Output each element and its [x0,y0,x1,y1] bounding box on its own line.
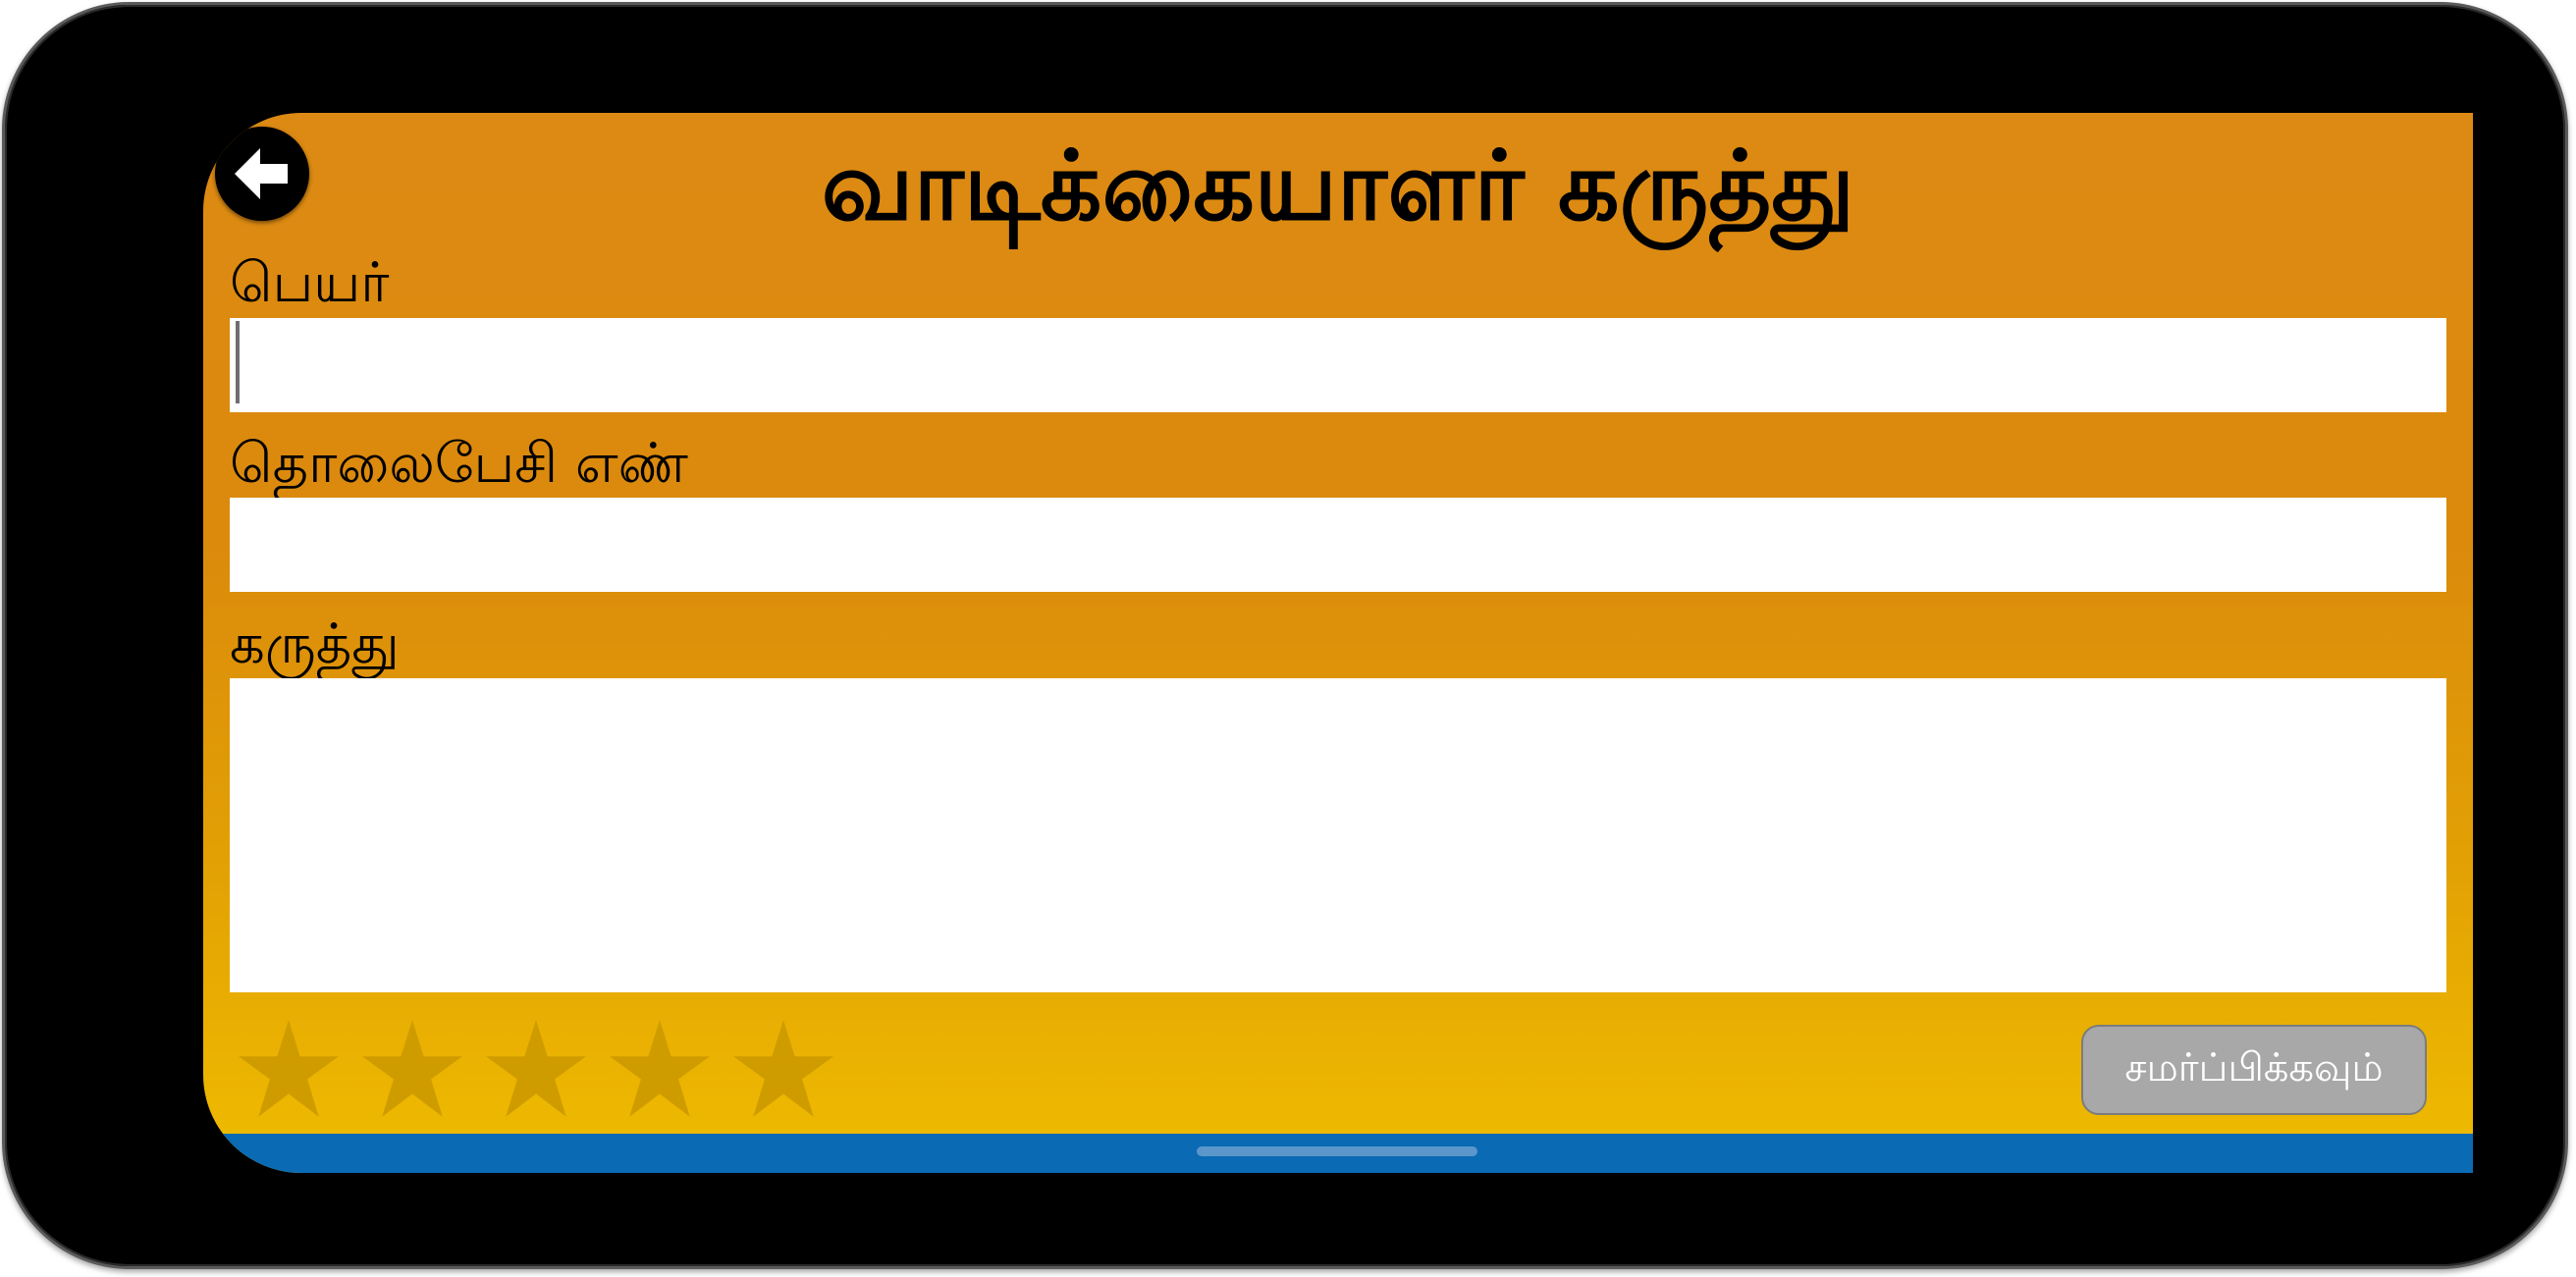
text-cursor [236,321,240,403]
navigation-bar [203,1134,2473,1173]
comment-label: கருத்து [230,612,400,676]
star-icon[interactable] [237,1018,341,1122]
phone-label: தொலைபேசி எண் [230,432,688,496]
page-title: வாடிக்கையாளர் கருத்து [821,131,1855,242]
comment-textarea[interactable] [230,678,2446,992]
app-screen: வாடிக்கையாளர் கருத்து பெயர் தொலைபேசி எண்… [203,113,2473,1173]
name-label: பெயர் [230,251,390,315]
star-icon[interactable] [484,1018,588,1122]
device-frame: வாடிக்கையாளர் கருத்து பெயர் தொலைபேசி எண்… [2,2,2568,1269]
star-icon[interactable] [608,1018,712,1122]
name-input[interactable] [230,318,2446,412]
submit-button[interactable]: சமர்ப்பிக்கவும் [2081,1025,2427,1115]
star-icon[interactable] [360,1018,464,1122]
phone-input[interactable] [230,498,2446,592]
star-rating [237,1018,835,1122]
home-indicator[interactable] [1197,1146,1477,1156]
star-icon[interactable] [731,1018,835,1122]
